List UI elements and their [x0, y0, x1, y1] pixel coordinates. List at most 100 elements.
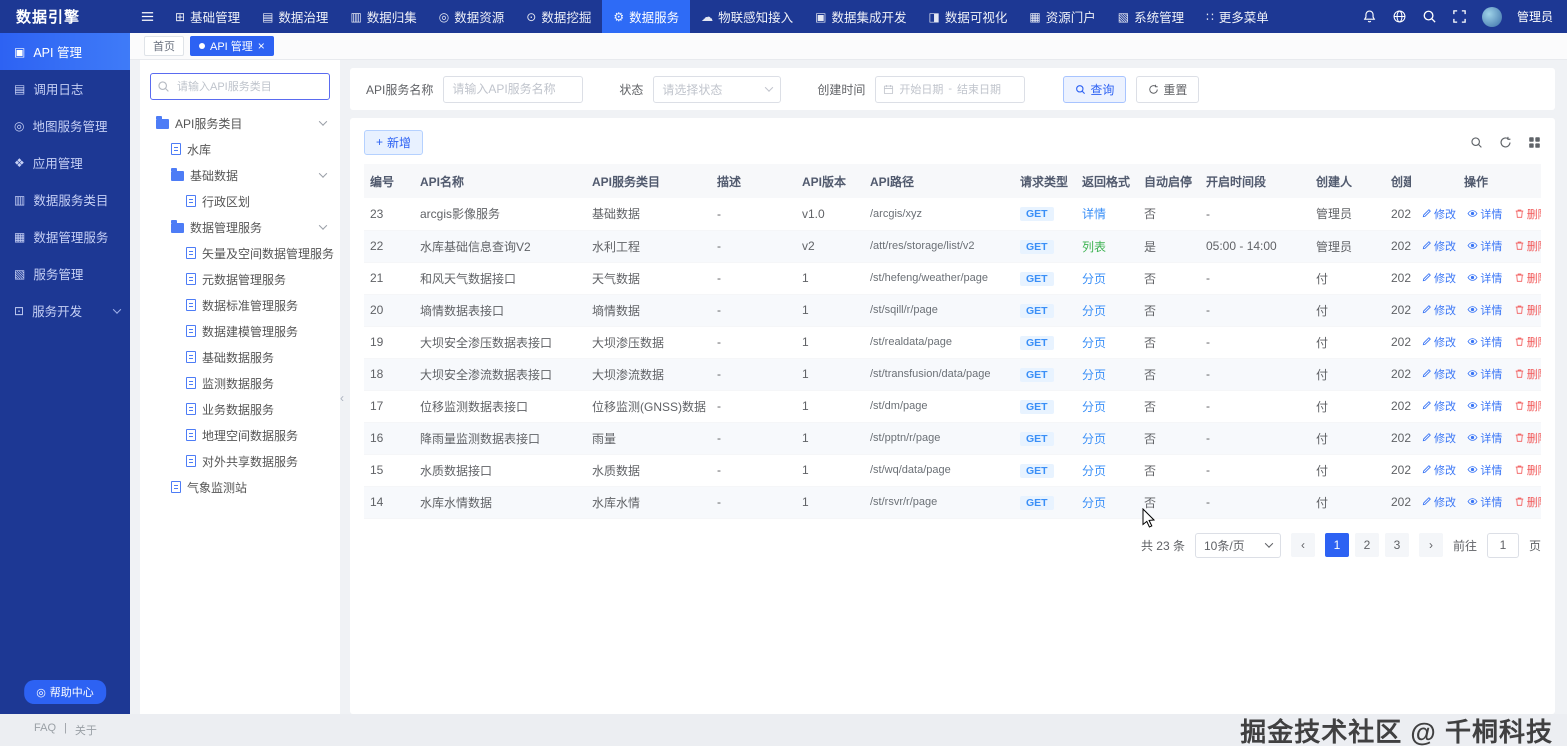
tree-node[interactable]: 行政区划 — [150, 188, 330, 214]
detail-link[interactable]: 详情 — [1467, 334, 1502, 350]
tree-node[interactable]: 基础数据 — [150, 162, 330, 188]
edit-link[interactable]: 修改 — [1421, 430, 1456, 446]
tree-node[interactable]: 矢量及空间数据管理服务 — [150, 240, 334, 266]
sidebar-item[interactable]: ▦ 数据管理服务 — [0, 218, 130, 255]
table-row[interactable]: 23 arcgis影像服务 基础数据 - v1.0 /arcgis/xyz GE… — [364, 198, 1541, 231]
edit-link[interactable]: 修改 — [1421, 366, 1456, 382]
table-row[interactable]: 15 水质数据接口 水质数据 - 1 /st/wq/data/page GET … — [364, 454, 1541, 487]
edit-link[interactable]: 修改 — [1421, 238, 1456, 254]
close-icon[interactable]: × — [258, 40, 265, 52]
fullscreen-icon[interactable] — [1452, 9, 1467, 24]
detail-link[interactable]: 详情 — [1467, 366, 1502, 382]
top-nav-item[interactable]: ▦ 资源门户 — [1018, 0, 1106, 33]
detail-link[interactable]: 详情 — [1467, 398, 1502, 414]
top-nav-item[interactable]: ▤ 数据治理 — [251, 0, 339, 33]
sidebar-item[interactable]: ◎ 地图服务管理 — [0, 107, 130, 144]
tree-node[interactable]: 基础数据服务 — [150, 344, 330, 370]
column-settings-icon[interactable] — [1528, 136, 1541, 149]
detail-link[interactable]: 详情 — [1467, 302, 1502, 318]
sidebar-item[interactable]: ▧ 服务管理 — [0, 255, 130, 292]
table-row[interactable]: 18 大坝安全渗流数据表接口 大坝渗流数据 - 1 /st/transfusio… — [364, 358, 1541, 391]
detail-link[interactable]: 详情 — [1467, 270, 1502, 286]
api-name-input[interactable] — [443, 75, 584, 103]
top-nav-item[interactable]: ◎ 数据资源 — [428, 0, 516, 33]
edit-link[interactable]: 修改 — [1421, 270, 1456, 286]
tree-node[interactable]: 数据管理服务 — [150, 214, 330, 240]
detail-link[interactable]: 详情 — [1467, 430, 1502, 446]
top-nav-item[interactable]: ⚙ 数据服务 — [602, 0, 691, 33]
table-scroll[interactable]: 编号 API名称 API服务类目 描述 API版本 API路径 请求类型 返回格式 自动启停 开启… — [364, 164, 1541, 519]
detail-link[interactable]: 详情 — [1467, 462, 1502, 478]
table-row[interactable]: 19 大坝安全渗压数据表接口 大坝渗压数据 - 1 /st/realdata/p… — [364, 326, 1541, 359]
prev-page-button[interactable]: ‹ — [1290, 533, 1315, 557]
edit-link[interactable]: 修改 — [1421, 334, 1456, 350]
detail-link[interactable]: 详情 — [1467, 206, 1502, 222]
help-center-button[interactable]: ◎ 帮助中心 — [24, 680, 106, 704]
top-nav-item[interactable]: ⊞ 基础管理 — [164, 0, 251, 33]
edit-link[interactable]: 修改 — [1421, 462, 1456, 478]
tree-node[interactable]: 对外共享数据服务 — [150, 448, 330, 474]
status-select[interactable]: 请选择状态 — [653, 75, 782, 103]
search-icon[interactable] — [1422, 9, 1437, 24]
tree-node[interactable]: 元数据管理服务 — [150, 266, 330, 292]
tab[interactable]: 首页 — [144, 36, 184, 56]
tree-node[interactable]: API服务类目 — [150, 110, 330, 136]
edit-link[interactable]: 修改 — [1421, 302, 1456, 318]
table-row[interactable]: 22 水库基础信息查询V2 水利工程 - v2 /att/res/storage… — [364, 230, 1541, 263]
top-nav-item[interactable]: ▣ 数据集成开发 — [804, 0, 917, 33]
sidebar-item[interactable]: ⊡ 服务开发 — [0, 292, 130, 329]
page-button[interactable]: 1 — [1324, 533, 1349, 557]
tree-node[interactable]: 气象监测站 — [150, 474, 330, 500]
table-row[interactable]: 20 墒情数据表接口 墒情数据 - 1 /st/sqill/r/page GET… — [364, 294, 1541, 327]
table-row[interactable]: 16 降雨量监测数据表接口 雨量 - 1 /st/pptn/r/page GET… — [364, 422, 1541, 455]
tree-node[interactable]: 数据建模管理服务 — [150, 318, 330, 344]
panel-collapse-handle[interactable]: ‹ — [336, 378, 348, 418]
top-nav-item[interactable]: ▧ 系统管理 — [1107, 0, 1195, 33]
tree-node[interactable]: 地理空间数据服务 — [150, 422, 330, 448]
tree-node[interactable]: 水库 — [150, 136, 330, 162]
globe-icon[interactable] — [1392, 9, 1407, 24]
delete-link[interactable]: 删除 — [1514, 302, 1541, 318]
delete-link[interactable]: 删除 — [1514, 206, 1541, 222]
top-nav-item[interactable]: ▥ 数据归集 — [339, 0, 427, 33]
tree-node[interactable]: 数据标准管理服务 — [150, 292, 330, 318]
delete-link[interactable]: 删除 — [1514, 238, 1541, 254]
detail-link[interactable]: 详情 — [1467, 238, 1502, 254]
goto-page-input[interactable] — [1486, 532, 1519, 558]
delete-link[interactable]: 删除 — [1514, 494, 1541, 510]
refresh-icon[interactable] — [1499, 136, 1512, 149]
top-nav-item[interactable]: ∷ 更多菜单 — [1195, 0, 1280, 33]
date-range-picker[interactable]: 开始日期 - 结束日期 — [875, 75, 1026, 103]
table-row[interactable]: 21 和风天气数据接口 天气数据 - 1 /st/hefeng/weather/… — [364, 262, 1541, 295]
top-nav-item[interactable]: ⊙ 数据挖掘 — [515, 0, 602, 33]
page-button[interactable]: 3 — [1384, 533, 1409, 557]
edit-link[interactable]: 修改 — [1421, 206, 1456, 222]
detail-link[interactable]: 详情 — [1467, 494, 1502, 510]
bell-icon[interactable] — [1362, 9, 1377, 24]
sidebar-item[interactable]: ❖ 应用管理 — [0, 144, 130, 181]
reset-button[interactable]: 重置 — [1136, 75, 1200, 103]
delete-link[interactable]: 删除 — [1514, 398, 1541, 414]
search-button[interactable]: 查询 — [1063, 75, 1127, 103]
delete-link[interactable]: 删除 — [1514, 430, 1541, 446]
delete-link[interactable]: 删除 — [1514, 334, 1541, 350]
delete-link[interactable]: 删除 — [1514, 270, 1541, 286]
avatar[interactable] — [1481, 6, 1502, 27]
user-name[interactable]: 管理员 — [1517, 8, 1553, 25]
add-button[interactable]: + 新增 — [364, 129, 424, 155]
tree-node[interactable]: 监测数据服务 — [150, 370, 330, 396]
top-nav-item[interactable]: ☁ 物联感知接入 — [690, 0, 804, 33]
delete-link[interactable]: 删除 — [1514, 462, 1541, 478]
category-search-input[interactable] — [150, 73, 330, 100]
table-row[interactable]: 17 位移监测数据表接口 位移监测(GNSS)数据 - 1 /st/dm/pag… — [364, 390, 1541, 423]
about-link[interactable]: 关于 — [75, 722, 97, 738]
top-nav-item[interactable]: ◨ 数据可视化 — [918, 0, 1019, 33]
table-row[interactable]: 14 水库水情数据 水库水情 - 1 /st/rsvr/r/page GET 分… — [364, 486, 1541, 519]
search-icon[interactable] — [1470, 136, 1483, 149]
tree-node[interactable]: 业务数据服务 — [150, 396, 330, 422]
sidebar-item[interactable]: ▥ 数据服务类目 — [0, 181, 130, 218]
page-size-select[interactable]: 10条/页 — [1194, 532, 1281, 558]
delete-link[interactable]: 删除 — [1514, 366, 1541, 382]
tab[interactable]: API 管理 × — [190, 36, 274, 56]
sidebar-item[interactable]: ▤ 调用日志 — [0, 70, 130, 107]
